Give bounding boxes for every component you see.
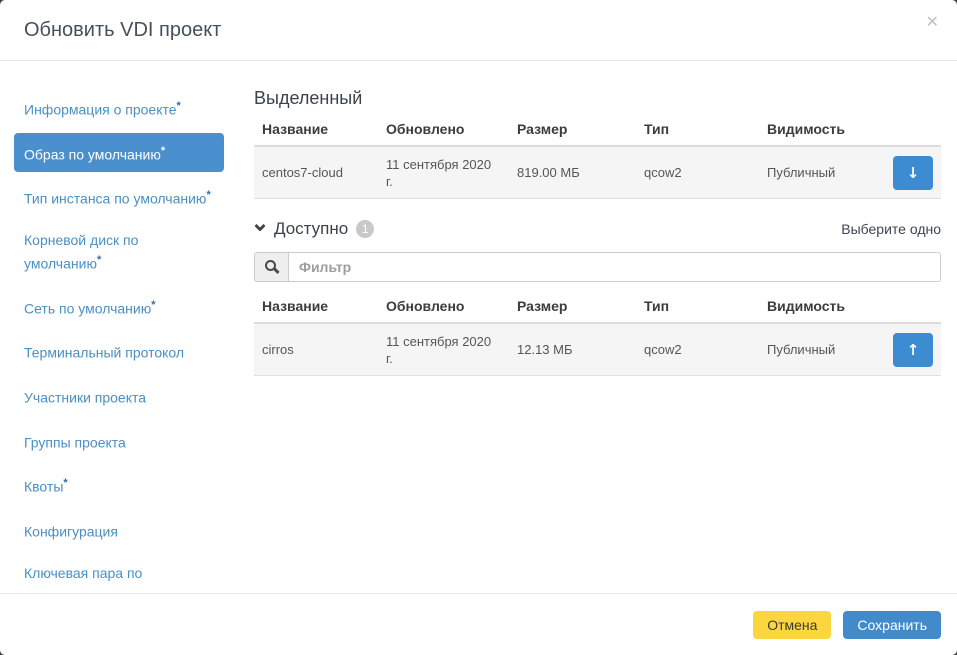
sidebar-item-default-flavor[interactable]: Тип инстанса по умолчанию* bbox=[14, 177, 224, 217]
column-header-type: Тип bbox=[636, 294, 759, 322]
column-header-actions bbox=[885, 125, 941, 137]
image-name-cell: cirros bbox=[254, 335, 378, 364]
table-header-row: Название Обновлено Размер Тип Видимость bbox=[254, 294, 941, 324]
available-section-header: Доступно 1 Выберите одно bbox=[254, 219, 941, 239]
filter-input[interactable] bbox=[288, 252, 941, 282]
wizard-steps-sidebar: Информация о проекте* Образ по умолчанию… bbox=[0, 88, 244, 593]
column-header-updated: Обновлено bbox=[378, 294, 509, 322]
sidebar-item-project-groups[interactable]: Группы проекта bbox=[14, 421, 224, 461]
image-size-cell: 819.00 МБ bbox=[509, 158, 636, 187]
image-name-cell: centos7-cloud bbox=[254, 158, 378, 187]
column-header-type: Тип bbox=[636, 117, 759, 145]
selected-images-table: Название Обновлено Размер Тип Видимость … bbox=[254, 117, 941, 199]
sidebar-item-quotas[interactable]: Квоты* bbox=[14, 465, 224, 505]
select-one-hint: Выберите одно bbox=[841, 221, 941, 237]
dialog-body: Информация о проекте* Образ по умолчанию… bbox=[0, 61, 957, 593]
cancel-button[interactable]: Отмена bbox=[753, 611, 831, 639]
arrow-down-icon: ↓ bbox=[907, 164, 920, 182]
arrow-up-icon: ↑ bbox=[907, 341, 920, 359]
deselect-image-button[interactable]: ↓ bbox=[893, 156, 933, 190]
column-header-size: Размер bbox=[509, 117, 636, 145]
column-header-name: Название bbox=[254, 294, 378, 322]
column-header-visibility: Видимость bbox=[759, 117, 885, 145]
column-header-updated: Обновлено bbox=[378, 117, 509, 145]
sidebar-item-default-root-disk[interactable]: Корневой диск по умолчанию* bbox=[14, 222, 224, 282]
close-icon[interactable]: ✕ bbox=[922, 8, 943, 35]
column-header-visibility: Видимость bbox=[759, 294, 885, 322]
table-row: centos7-cloud 11 сентября 2020 г. 819.00… bbox=[254, 147, 941, 199]
table-header-row: Название Обновлено Размер Тип Видимость bbox=[254, 117, 941, 147]
required-mark: * bbox=[161, 145, 165, 157]
image-visibility-cell: Публичный bbox=[759, 158, 885, 187]
selected-section-title: Выделенный bbox=[254, 88, 941, 109]
column-header-size: Размер bbox=[509, 294, 636, 322]
sidebar-item-default-keypair[interactable]: Ключевая пара по умолчанию bbox=[14, 555, 224, 593]
dialog-header: Обновить VDI проект ✕ bbox=[0, 0, 957, 61]
sidebar-item-default-network[interactable]: Сеть по умолчанию* bbox=[14, 287, 224, 327]
sidebar-item-project-members[interactable]: Участники проекта bbox=[14, 376, 224, 416]
dialog-footer: Отмена Сохранить bbox=[0, 593, 957, 655]
image-size-cell: 12.13 МБ bbox=[509, 335, 636, 364]
required-mark: * bbox=[63, 477, 67, 489]
image-type-cell: qcow2 bbox=[636, 335, 759, 364]
chevron-down-icon[interactable] bbox=[254, 220, 265, 231]
column-header-actions bbox=[885, 302, 941, 314]
available-count-badge: 1 bbox=[356, 220, 374, 238]
required-mark: * bbox=[206, 189, 210, 201]
available-images-table: Название Обновлено Размер Тип Видимость … bbox=[254, 294, 941, 376]
image-type-cell: qcow2 bbox=[636, 158, 759, 187]
update-vdi-project-dialog: Обновить VDI проект ✕ Информация о проек… bbox=[0, 0, 957, 655]
column-header-name: Название bbox=[254, 117, 378, 145]
sidebar-item-default-image[interactable]: Образ по умолчанию* bbox=[14, 133, 224, 173]
search-button[interactable] bbox=[254, 252, 288, 282]
step-content: Выделенный Название Обновлено Размер Тип… bbox=[244, 88, 957, 593]
image-updated-cell: 11 сентября 2020 г. bbox=[378, 327, 509, 373]
image-updated-cell: 11 сентября 2020 г. bbox=[378, 150, 509, 196]
sidebar-item-terminal-protocol[interactable]: Терминальный протокол bbox=[14, 331, 224, 371]
available-section-title: Доступно bbox=[274, 219, 348, 239]
dialog-title: Обновить VDI проект bbox=[24, 19, 221, 42]
sidebar-item-configuration[interactable]: Конфигурация bbox=[14, 510, 224, 550]
image-visibility-cell: Публичный bbox=[759, 335, 885, 364]
required-mark: * bbox=[151, 299, 155, 311]
required-mark: * bbox=[97, 254, 101, 266]
select-image-button[interactable]: ↑ bbox=[893, 333, 933, 367]
table-row: cirros 11 сентября 2020 г. 12.13 МБ qcow… bbox=[254, 324, 941, 376]
required-mark: * bbox=[177, 100, 181, 112]
sidebar-item-project-info[interactable]: Информация о проекте* bbox=[14, 88, 224, 128]
filter-bar bbox=[254, 252, 941, 282]
search-icon bbox=[265, 260, 278, 274]
save-button[interactable]: Сохранить bbox=[843, 611, 941, 639]
